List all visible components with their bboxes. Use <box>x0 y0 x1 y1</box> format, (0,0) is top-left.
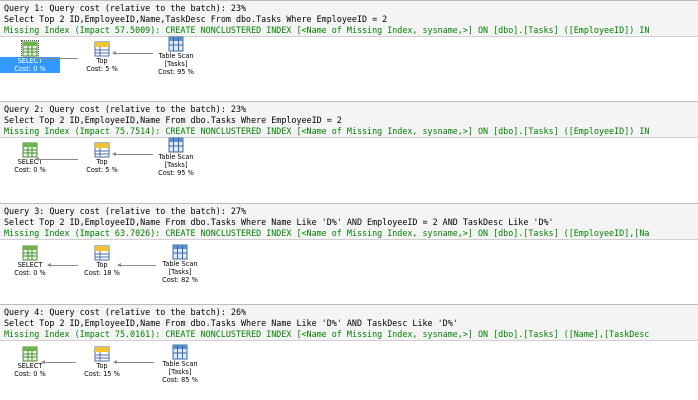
operator-name: SELECT <box>17 362 43 370</box>
table-scan-icon <box>168 137 184 153</box>
operator-name: Top <box>96 57 108 65</box>
top-operator[interactable]: Top Cost: 5 % <box>72 142 132 174</box>
query-cost-header: Query 4: Query cost (relative to the bat… <box>4 307 247 317</box>
operator-cost: Cost: 0 % <box>0 65 60 73</box>
query-sql-text: Select Top 2 ID,EmployeeID,Name,TaskDesc… <box>4 14 388 24</box>
query-header: Query 4: Query cost (relative to the bat… <box>0 304 698 341</box>
select-operator[interactable]: SELECT Cost: 0 % <box>0 142 60 174</box>
top-operator[interactable]: Top Cost: 18 % <box>72 245 132 277</box>
execution-plan-pane: Query 1: Query cost (relative to the bat… <box>0 0 698 400</box>
operator-object: [Tasks] <box>168 368 192 376</box>
operator-cost: Cost: 5 % <box>86 166 118 174</box>
query-plan-4: Query 4: Query cost (relative to the bat… <box>0 304 698 399</box>
table-scan-icon <box>172 244 188 260</box>
operator-name: Table Scan <box>162 360 198 368</box>
operator-cost: Cost: 0 % <box>14 370 46 378</box>
operator-cost: Cost: 0 % <box>14 269 46 277</box>
select-result-icon <box>22 142 38 158</box>
operator-cost: Cost: 95 % <box>158 68 194 76</box>
query-plan-3: Query 3: Query cost (relative to the bat… <box>0 203 698 298</box>
table-scan-operator[interactable]: Table Scan [Tasks] Cost: 85 % <box>150 344 210 384</box>
select-operator[interactable]: SELECT Cost: 0 % <box>0 40 60 73</box>
missing-index-hint[interactable]: Missing Index (Impact 63.7026): CREATE N… <box>4 228 649 239</box>
operator-name: Table Scan <box>158 52 194 60</box>
query-plan-2: Query 2: Query cost (relative to the bat… <box>0 101 698 196</box>
query-sql-text: Select Top 2 ID,EmployeeID,Name From dbo… <box>4 217 554 227</box>
operator-object: [Tasks] <box>164 60 188 68</box>
query-cost-header: Query 3: Query cost (relative to the bat… <box>4 206 247 216</box>
top-operator-icon <box>94 41 110 57</box>
table-scan-operator[interactable]: Table Scan [Tasks] Cost: 95 % <box>146 137 206 177</box>
operator-cost: Cost: 18 % <box>84 269 120 277</box>
table-scan-operator[interactable]: Table Scan [Tasks] Cost: 95 % <box>146 36 206 76</box>
flow-arrow <box>113 360 154 364</box>
query-cost-header: Query 1: Query cost (relative to the bat… <box>4 3 247 13</box>
missing-index-hint[interactable]: Missing Index (Impact 75.0161): CREATE N… <box>4 329 649 340</box>
query-header: Query 2: Query cost (relative to the bat… <box>0 101 698 138</box>
top-operator[interactable]: Top Cost: 5 % <box>72 41 132 73</box>
operator-name: Top <box>96 158 108 166</box>
query-sql-text: Select Top 2 ID,EmployeeID,Name From dbo… <box>4 115 342 125</box>
select-result-icon <box>21 40 39 58</box>
operator-name: Table Scan <box>162 260 198 268</box>
table-scan-icon <box>168 36 184 52</box>
top-operator-icon <box>94 142 110 158</box>
query-plan-1: Query 1: Query cost (relative to the bat… <box>0 0 698 95</box>
top-operator-icon <box>94 346 110 362</box>
operator-name: Table Scan <box>158 153 194 161</box>
operator-object: [Tasks] <box>164 161 188 169</box>
select-result-icon <box>22 346 38 362</box>
flow-arrow <box>41 360 76 364</box>
top-operator-icon <box>94 245 110 261</box>
query-header: Query 3: Query cost (relative to the bat… <box>0 203 698 240</box>
query-cost-header: Query 2: Query cost (relative to the bat… <box>4 104 247 114</box>
missing-index-hint[interactable]: Missing Index (Impact 57.5009): CREATE N… <box>4 25 649 36</box>
table-scan-operator[interactable]: Table Scan [Tasks] Cost: 82 % <box>150 244 210 284</box>
operator-cost: Cost: 82 % <box>162 276 198 284</box>
select-operator[interactable]: SELECT Cost: 0 % <box>0 245 60 277</box>
query-sql-text: Select Top 2 ID,EmployeeID,Name From dbo… <box>4 318 458 328</box>
operator-object: [Tasks] <box>168 268 192 276</box>
operator-name: Top <box>96 362 108 370</box>
operator-cost: Cost: 15 % <box>84 370 120 378</box>
query-header: Query 1: Query cost (relative to the bat… <box>0 0 698 37</box>
select-result-icon <box>22 245 38 261</box>
operator-cost: Cost: 95 % <box>158 169 194 177</box>
table-scan-icon <box>172 344 188 360</box>
operator-cost: Cost: 85 % <box>162 376 198 384</box>
operator-cost: Cost: 5 % <box>86 65 118 73</box>
missing-index-hint[interactable]: Missing Index (Impact 75.7514): CREATE N… <box>4 126 649 137</box>
operator-cost: Cost: 0 % <box>14 166 46 174</box>
